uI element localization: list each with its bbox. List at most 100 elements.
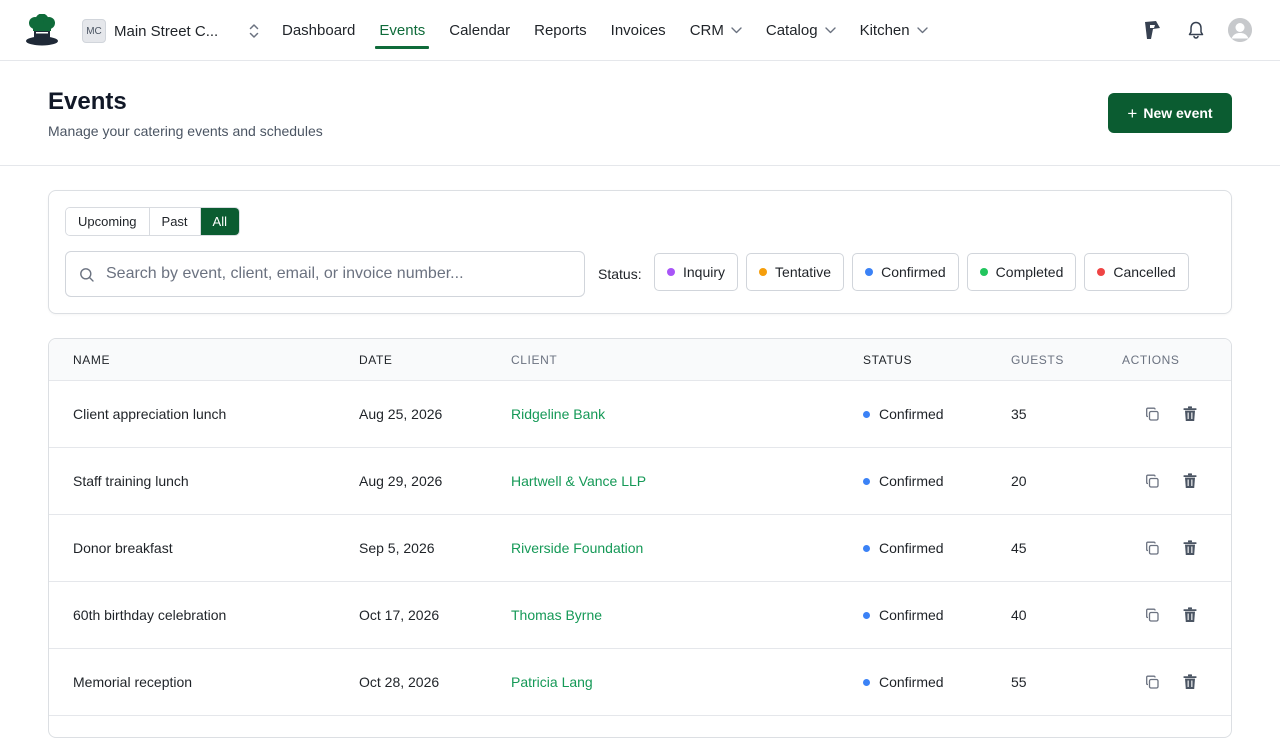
nav-link-label: Invoices <box>610 22 666 39</box>
top-navigation: MC Main Street C... Dashboard Events Calen… <box>0 0 1280 61</box>
status-dot <box>1097 268 1106 276</box>
trash-icon[interactable] <box>1181 472 1199 490</box>
status-chip-cancelled[interactable]: Cancelled <box>1084 253 1189 291</box>
status-chip-completed[interactable]: Completed <box>966 253 1077 291</box>
table-header: NAME DATE CLIENT STATUS GUESTS ACTIONS <box>49 339 1231 381</box>
guest-count: 35 <box>1011 406 1027 422</box>
search-input[interactable] <box>106 252 576 296</box>
status-badge: Confirmed <box>863 607 944 623</box>
segment-past[interactable]: Past <box>149 208 201 235</box>
search-box[interactable] <box>65 251 585 297</box>
nav-link-catalog[interactable]: Catalog <box>766 0 836 61</box>
brand-flag-icon[interactable] <box>1140 18 1164 42</box>
notifications-bell-icon[interactable] <box>1184 18 1208 42</box>
chevron-down-icon <box>731 27 742 34</box>
client-link[interactable]: Ridgeline Bank <box>511 406 605 422</box>
status-chip-label: Tentative <box>775 264 832 280</box>
trash-icon[interactable] <box>1181 405 1199 423</box>
status-dot <box>759 268 768 276</box>
chevron-down-icon <box>916 27 928 34</box>
column-header-client: CLIENT <box>511 353 558 367</box>
table-row[interactable]: Memorial reception Oct 28, 2026 Patricia L… <box>49 649 1231 716</box>
status-chip-label: Confirmed <box>881 264 946 280</box>
column-header-actions: ACTIONS <box>1122 353 1180 367</box>
event-date: Sep 5, 2026 <box>359 540 435 556</box>
duplicate-icon[interactable] <box>1143 539 1161 557</box>
nav-link-label: Calendar <box>449 22 511 39</box>
column-header-guests: GUESTS <box>1011 353 1064 367</box>
status-dot <box>863 544 870 552</box>
duplicate-icon[interactable] <box>1143 405 1161 423</box>
segment-upcoming[interactable]: Upcoming <box>66 208 150 235</box>
table-row[interactable]: Client appreciation lunch Aug 25, 2026 Rid… <box>49 381 1231 448</box>
nav-link-label: Dashboard <box>282 22 356 39</box>
status-filter-chips: Inquiry Tentative Confirmed Completed Cancel… <box>654 253 1197 291</box>
guest-count: 20 <box>1011 473 1027 489</box>
duplicate-icon[interactable] <box>1143 472 1161 490</box>
chevron-up-down-icon <box>249 24 259 38</box>
client-link[interactable]: Patricia Lang <box>511 674 593 690</box>
status-dot <box>863 611 870 619</box>
status-dot <box>979 268 988 276</box>
status-chip-label: Cancelled <box>1113 264 1176 280</box>
status-dot <box>863 410 870 418</box>
new-event-label: New event <box>1143 105 1213 121</box>
guest-count: 45 <box>1011 540 1027 556</box>
status-dot <box>865 268 874 276</box>
trash-icon[interactable] <box>1181 606 1199 624</box>
chevron-down-icon <box>824 27 836 34</box>
status-badge: Confirmed <box>863 406 944 422</box>
nav-link-label: Events <box>379 22 426 39</box>
organization-switcher[interactable]: MC Main Street C... <box>82 18 260 44</box>
duplicate-icon[interactable] <box>1143 673 1161 691</box>
status-dot <box>863 678 870 686</box>
org-avatar: MC <box>82 19 106 43</box>
nav-link-label: Reports <box>534 22 587 39</box>
table-row[interactable]: Donor breakfast Sep 5, 2026 Riverside Foun… <box>49 515 1231 582</box>
event-name: Client appreciation lunch <box>73 406 227 422</box>
client-link[interactable]: Riverside Foundation <box>511 540 643 556</box>
nav-utilities <box>1120 18 1252 42</box>
status-chip-label: Inquiry <box>683 264 726 280</box>
client-link[interactable]: Hartwell & Vance LLP <box>511 473 646 489</box>
guest-count: 40 <box>1011 607 1027 623</box>
org-name: Main Street C... <box>114 22 219 40</box>
nav-link-invoices[interactable]: Invoices <box>611 0 666 61</box>
main-nav: Dashboard Events Calendar Reports Invoices CR… <box>282 0 952 61</box>
trash-icon[interactable] <box>1181 539 1199 557</box>
nav-link-events[interactable]: Events <box>375 0 430 61</box>
segment-all[interactable]: All <box>200 208 239 235</box>
event-name: Memorial reception <box>73 674 193 690</box>
nav-link-label: Kitchen <box>859 22 910 39</box>
status-chip-confirmed[interactable]: Confirmed <box>852 253 959 291</box>
user-avatar[interactable] <box>1228 18 1252 42</box>
status-dot <box>667 268 675 276</box>
new-event-button[interactable]: + New event <box>1108 93 1232 133</box>
status-chip-tentative[interactable]: Tentative <box>746 253 845 291</box>
nav-link-label: Catalog <box>765 22 818 39</box>
event-date: Aug 25, 2026 <box>359 406 443 422</box>
event-name: Staff training lunch <box>73 473 189 489</box>
status-text: Confirmed <box>879 406 944 422</box>
status-chip-inquiry[interactable]: Inquiry <box>654 253 739 291</box>
column-header-name: NAME <box>73 353 111 367</box>
nav-link-reports[interactable]: Reports <box>534 0 587 61</box>
client-link[interactable]: Thomas Byrne <box>511 607 602 623</box>
status-filter-label: Status: <box>598 266 642 282</box>
trash-icon[interactable] <box>1181 673 1199 691</box>
nav-link-kitchen[interactable]: Kitchen <box>860 0 928 61</box>
filter-panel: UpcomingPastAll Status: Inquiry Tentative… <box>48 190 1232 314</box>
duplicate-icon[interactable] <box>1143 606 1161 624</box>
event-date: Aug 29, 2026 <box>359 473 443 489</box>
nav-link-calendar[interactable]: Calendar <box>449 0 510 61</box>
chef-hat-logo-icon[interactable] <box>24 14 60 46</box>
table-row[interactable]: 60th birthday celebration Oct 17, 2026 Tho… <box>49 582 1231 649</box>
page-subtitle: Manage your catering events and schedule… <box>48 123 323 139</box>
nav-link-dashboard[interactable]: Dashboard <box>282 0 355 61</box>
status-chip-label: Completed <box>995 264 1064 280</box>
event-date: Oct 17, 2026 <box>359 607 440 623</box>
table-row[interactable]: Staff training lunch Aug 29, 2026 Hartwell… <box>49 448 1231 515</box>
nav-link-crm[interactable]: CRM <box>690 0 742 61</box>
column-header-date: DATE <box>359 353 393 367</box>
event-name: 60th birthday celebration <box>73 607 227 623</box>
